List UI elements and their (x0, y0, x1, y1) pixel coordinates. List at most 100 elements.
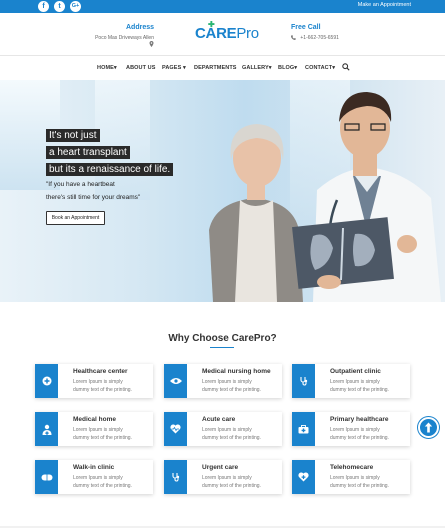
service-card-text-line: dummy text of the printing. (330, 483, 389, 489)
nav-about-us[interactable]: ABOUT US (126, 65, 156, 71)
site-header: Address Poco Mas Driveways Allen CAREPro… (0, 13, 445, 55)
doctor-icon (35, 412, 58, 446)
service-card-text-line: Lorem Ipsum is simply (202, 475, 252, 481)
service-card[interactable]: Walk-in clinic Lorem Ipsum is simply dumm… (35, 460, 153, 494)
service-card-text-line: Lorem Ipsum is simply (73, 427, 123, 433)
service-card[interactable]: Telehomecare Lorem Ipsum is simply dummy … (292, 460, 410, 494)
service-card-text-line: Lorem Ipsum is simply (73, 379, 123, 385)
call-value: +1-662-705-6591 (300, 35, 339, 41)
nav-departments[interactable]: DEPARTMENTS (194, 65, 237, 71)
service-card[interactable]: Medical nursing home Lorem Ipsum is simp… (164, 364, 282, 398)
service-card[interactable]: Primary healthcare Lorem Ipsum is simply… (292, 412, 410, 446)
hero-headline-line-3: but its a renaissance of life. (46, 163, 174, 176)
service-card[interactable]: Acute care Lorem Ipsum is simply dummy te… (164, 412, 282, 446)
service-card[interactable]: Healthcare center Lorem Ipsum is simply d… (35, 364, 153, 398)
book-appointment-button[interactable]: Book an Appointment (46, 211, 105, 225)
service-card-text-line: Lorem Ipsum is simply (202, 427, 252, 433)
service-card-text: Lorem Ipsum is simply dummy text of the p… (202, 378, 280, 394)
service-card-text: Lorem Ipsum is simply dummy text of the p… (73, 426, 151, 442)
map-pin-icon (149, 41, 154, 47)
twitter-icon[interactable]: t (54, 1, 65, 12)
service-card-text-line: dummy text of the printing. (73, 483, 132, 489)
call-text: +1-662-705-6591 (291, 35, 339, 41)
phone-icon (291, 35, 296, 40)
address-value: Poco Mas Driveways Allen (95, 35, 154, 41)
search-icon[interactable] (342, 63, 350, 71)
service-card-title: Primary healthcare (330, 416, 389, 423)
service-card-text: Lorem Ipsum is simply dummy text of the p… (330, 474, 408, 490)
service-card-text: Lorem Ipsum is simply dummy text of the p… (202, 474, 280, 490)
service-card-text: Lorem Ipsum is simply dummy text of the p… (330, 378, 408, 394)
service-card-text-line: dummy text of the printing. (73, 387, 132, 393)
nav-gallery[interactable]: GALLERY▾ (242, 65, 272, 71)
service-card-text-line: dummy text of the printing. (202, 387, 261, 393)
logo-care-text: CARE (195, 25, 237, 42)
service-card-title: Telehomecare (330, 464, 374, 471)
nav-pages-label: PAGES (162, 65, 182, 71)
service-card-title: Outpatient clinic (330, 368, 381, 375)
nav-contact-label: CONTACT (305, 65, 333, 71)
section-title: Why Choose CarePro? (168, 333, 277, 344)
hero-banner: It's not just a heart transplant but its… (0, 80, 445, 302)
google-plus-icon[interactable]: G+ (70, 1, 81, 12)
arrow-up-icon (424, 422, 433, 433)
call-block: Free Call +1-662-705-6591 (291, 24, 339, 41)
facebook-icon[interactable]: f (38, 1, 49, 12)
service-card-title: Acute care (202, 416, 236, 423)
service-card-text: Lorem Ipsum is simply dummy text of the p… (73, 474, 151, 490)
nav-departments-label: DEPARTMENTS (194, 65, 237, 71)
service-card-text: Lorem Ipsum is simply dummy text of the p… (202, 426, 280, 442)
nav-about-us-label: ABOUT US (126, 65, 156, 71)
service-card-text: Lorem Ipsum is simply dummy text of the p… (73, 378, 151, 394)
service-card-text-line: dummy text of the printing. (330, 435, 389, 441)
service-card-title: Urgent care (202, 464, 239, 471)
service-card-text-line: dummy text of the printing. (202, 483, 261, 489)
heart-plus-icon (292, 460, 315, 494)
service-card-title: Healthcare center (73, 368, 128, 375)
stethoscope-icon (164, 460, 187, 494)
service-card-text-line: Lorem Ipsum is simply (330, 379, 380, 385)
pill-icon (35, 460, 58, 494)
nav-gallery-label: GALLERY (242, 65, 269, 71)
top-bar: f t G+ Make an Appointment (0, 0, 445, 13)
service-card-text-line: dummy text of the printing. (330, 387, 389, 393)
hero-headline-line-1: It's not just (46, 129, 100, 142)
call-title: Free Call (291, 24, 321, 31)
logo-cross-icon: ✚ (208, 20, 215, 29)
service-card-text: Lorem Ipsum is simply dummy text of the p… (330, 426, 408, 442)
nav-home-label: HOME (97, 65, 114, 71)
eye-icon (164, 364, 187, 398)
hero-headline-line-2: a heart transplant (46, 146, 130, 159)
main-nav: HOME▾ ABOUT US PAGES ▾ DEPARTMENTS GALLE… (0, 57, 445, 79)
plus-circle-icon (35, 364, 58, 398)
hero-quote-line-2: there's still time for your dreams" (46, 194, 141, 201)
service-card-text-line: Lorem Ipsum is simply (330, 475, 380, 481)
carepro-logo[interactable]: CAREPro ✚ (195, 20, 259, 42)
section-title-underline (210, 347, 234, 348)
service-card[interactable]: Medical home Lorem Ipsum is simply dummy … (35, 412, 153, 446)
address-block: Address Poco Mas Driveways Allen (88, 24, 154, 48)
service-card-text-line: dummy text of the printing. (73, 435, 132, 441)
nav-blog[interactable]: BLOG▾ (278, 65, 297, 71)
service-card-title: Medical home (73, 416, 116, 423)
service-card-text-line: dummy text of the printing. (202, 435, 261, 441)
scroll-to-top-button[interactable] (418, 417, 439, 438)
service-card-text-line: Lorem Ipsum is simply (73, 475, 123, 481)
service-card[interactable]: Outpatient clinic Lorem Ipsum is simply d… (292, 364, 410, 398)
address-title: Address (125, 24, 154, 31)
service-card-text-line: Lorem Ipsum is simply (202, 379, 252, 385)
service-card[interactable]: Urgent care Lorem Ipsum is simply dummy t… (164, 460, 282, 494)
nav-home[interactable]: HOME▾ (97, 65, 117, 71)
stethoscope-icon (292, 364, 315, 398)
hero-quote-line-1: "If you have a heartbeat (46, 181, 115, 188)
nav-pages[interactable]: PAGES ▾ (162, 65, 186, 71)
service-card-text-line: Lorem Ipsum is simply (330, 427, 380, 433)
logo-pro-text: Pro (236, 25, 259, 42)
hero-doctor-patient-image (209, 92, 441, 302)
medical-kit-icon (292, 412, 315, 446)
nav-blog-label: BLOG (278, 65, 295, 71)
heart-pulse-icon (164, 412, 187, 446)
nav-contact[interactable]: CONTACT▾ (305, 65, 335, 71)
make-appointment-link[interactable]: Make an Appointment (358, 2, 411, 8)
address-text: Poco Mas Driveways Allen (88, 35, 154, 48)
